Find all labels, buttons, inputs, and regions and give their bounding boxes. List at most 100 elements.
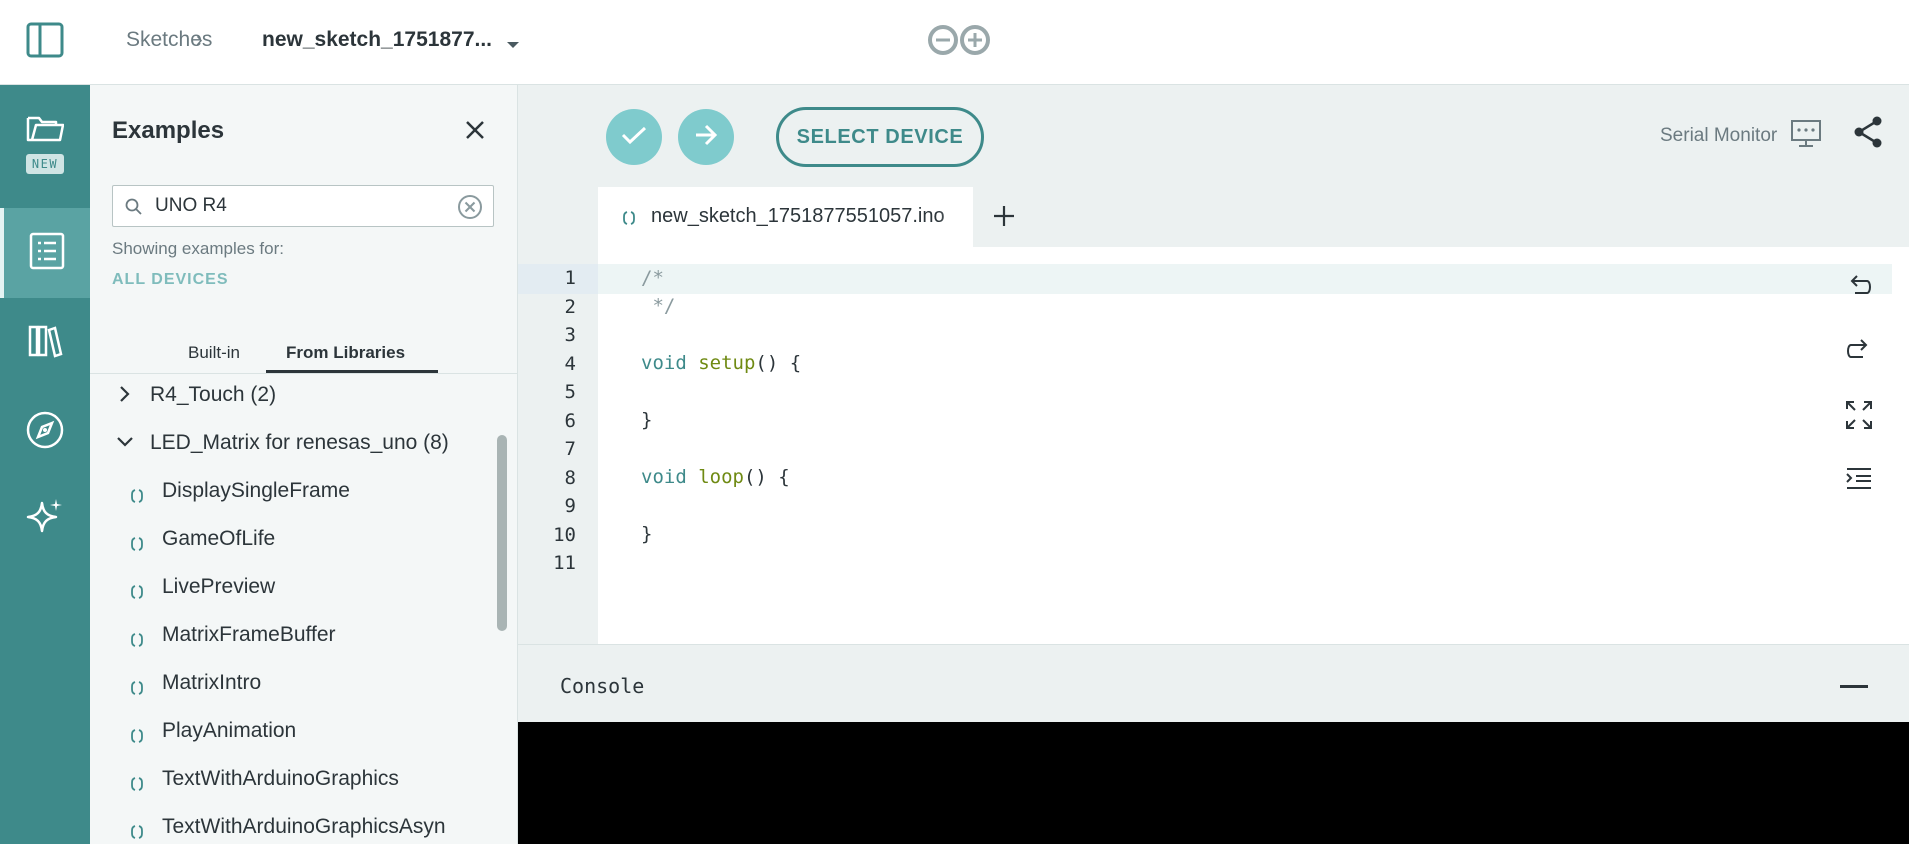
console-output[interactable] xyxy=(518,722,1909,844)
search-icon xyxy=(125,198,143,221)
panel-scrollbar[interactable] xyxy=(497,435,507,631)
rail-item-sketchbook[interactable]: NEW xyxy=(0,113,90,174)
line-number: 2 xyxy=(564,295,576,318)
sketch-file-icon xyxy=(130,725,144,749)
example-item[interactable]: DisplaySingleFrame xyxy=(90,469,490,513)
console-header: Console xyxy=(518,644,1909,722)
redo-icon[interactable] xyxy=(1845,337,1873,370)
sketch-file-icon xyxy=(130,533,144,557)
active-line-highlight xyxy=(598,264,1892,294)
example-item[interactable]: TextWithArduinoGraphics xyxy=(90,757,490,801)
add-tab-icon[interactable] xyxy=(992,204,1016,233)
line-number: 9 xyxy=(564,495,576,517)
libraries-icon xyxy=(27,323,63,364)
file-tab[interactable]: new_sketch_1751877551057.ino xyxy=(598,187,973,247)
sketch-name[interactable]: new_sketch_1751877... xyxy=(262,26,492,54)
line-number: 6 xyxy=(564,409,576,432)
console-label: Console xyxy=(560,674,645,698)
line-number: 10 xyxy=(553,523,576,546)
code-line-1: /* xyxy=(641,267,664,289)
tab-label-fade xyxy=(939,187,973,247)
share-icon[interactable] xyxy=(1852,115,1884,154)
example-tabs: Built-in From Libraries xyxy=(90,333,518,374)
upload-button[interactable] xyxy=(678,109,734,165)
minimize-console-icon[interactable] xyxy=(1840,685,1868,688)
tree-item-label: LivePreview xyxy=(162,575,276,598)
tree-item-label: GameOfLife xyxy=(162,527,276,550)
file-tab-bar: new_sketch_1751877551057.ino xyxy=(518,185,1909,247)
arrow-right-icon xyxy=(694,124,718,151)
tree-item-label: DisplaySingleFrame xyxy=(162,479,350,502)
tree-item-label: R4_Touch (2) xyxy=(150,383,277,406)
folder-icon xyxy=(26,113,65,148)
active-line-gutter-highlight xyxy=(518,264,598,294)
select-device-button[interactable]: SELECT DEVICE xyxy=(776,107,984,167)
code-line-10: } xyxy=(641,523,653,545)
example-item[interactable]: PlayAnimation xyxy=(90,709,490,753)
tree-folder[interactable]: LED_Matrix for renesas_uno (8) xyxy=(90,421,490,465)
code-editor[interactable]: /* */ void setup() { } void loop() { } xyxy=(598,247,1909,644)
rail-item-libraries[interactable] xyxy=(0,323,90,364)
sketch-file-icon xyxy=(130,629,144,653)
example-item[interactable]: MatrixIntro xyxy=(90,661,490,705)
left-rail: NEW xyxy=(0,85,90,844)
tree-item-label: TextWithArduinoGraphicsAsyn xyxy=(162,815,446,838)
sketch-file-icon xyxy=(130,821,144,844)
search-value: UNO R4 xyxy=(155,195,227,216)
tree-item-label: PlayAnimation xyxy=(162,719,297,742)
check-icon xyxy=(621,125,647,150)
line-number: 5 xyxy=(564,381,576,403)
chevron-right-icon xyxy=(116,385,134,409)
sketch-file-icon xyxy=(130,581,144,605)
rail-item-reference[interactable] xyxy=(0,410,90,455)
line-number: 4 xyxy=(564,352,576,375)
top-bar: Sketches › new_sketch_1751877... xyxy=(0,0,1909,85)
showing-examples-label: Showing examples for: xyxy=(112,239,284,258)
example-item[interactable]: LivePreview xyxy=(90,565,490,609)
undo-icon[interactable] xyxy=(1845,273,1873,306)
example-item[interactable]: MatrixFrameBuffer xyxy=(90,613,490,657)
line-number: 1 xyxy=(564,267,576,289)
serial-monitor-label[interactable]: Serial Monitor xyxy=(1660,125,1777,147)
tab-from-libraries[interactable]: From Libraries xyxy=(286,343,405,363)
device-filter-link[interactable]: ALL DEVICES xyxy=(112,271,229,289)
sketch-file-icon xyxy=(130,677,144,701)
tab-built-in[interactable]: Built-in xyxy=(188,343,240,363)
sketch-file-icon xyxy=(622,211,636,230)
tree-folder[interactable]: R4_Touch (2) xyxy=(90,375,490,417)
panel-title: Examples xyxy=(112,117,225,144)
close-icon[interactable] xyxy=(464,119,486,141)
active-tab-indicator xyxy=(266,370,438,373)
line-number: 3 xyxy=(564,324,576,346)
tree-item-label: MatrixFrameBuffer xyxy=(162,623,336,646)
line-number: 8 xyxy=(564,466,576,489)
search-input[interactable]: UNO R4 xyxy=(112,185,494,227)
expand-icon[interactable] xyxy=(1845,400,1873,435)
chevron-down-icon[interactable] xyxy=(506,30,520,58)
rail-item-examples[interactable] xyxy=(0,208,90,298)
code-line-2: */ xyxy=(641,295,676,317)
example-item[interactable]: TextWithArduinoGraphicsAsyn xyxy=(90,805,490,844)
tree-item-label: LED_Matrix for renesas_uno (8) xyxy=(150,431,449,454)
code-line-4: void setup() { xyxy=(641,352,802,374)
code-line-6: } xyxy=(641,409,653,431)
line-number-gutter: 1 2 3 4 5 6 7 8 9 10 11 xyxy=(518,247,598,644)
tree-item-label: MatrixIntro xyxy=(162,671,262,694)
examples-panel: Examples UNO R4 Showing examples for: AL… xyxy=(90,85,518,844)
arduino-logo xyxy=(925,24,993,61)
sidebar-toggle-icon[interactable] xyxy=(26,22,64,58)
sparkle-icon xyxy=(26,497,64,540)
new-badge: NEW xyxy=(25,154,65,174)
example-item[interactable]: GameOfLife xyxy=(90,517,490,561)
rail-item-ai-assistant[interactable] xyxy=(0,497,90,540)
examples-icon xyxy=(28,231,66,276)
clear-search-icon[interactable] xyxy=(457,194,483,225)
tree-item-label: TextWithArduinoGraphics xyxy=(162,767,399,790)
serial-monitor-icon[interactable] xyxy=(1790,119,1822,154)
compass-icon xyxy=(25,410,65,455)
breadcrumb-separator: › xyxy=(196,29,203,51)
indent-icon[interactable] xyxy=(1845,467,1873,496)
examples-tree: R4_Touch (2) LED_Matrix for renesas_uno (… xyxy=(90,375,490,844)
editor-toolbar: SELECT DEVICE Serial Monitor xyxy=(518,85,1909,185)
verify-button[interactable] xyxy=(606,109,662,165)
